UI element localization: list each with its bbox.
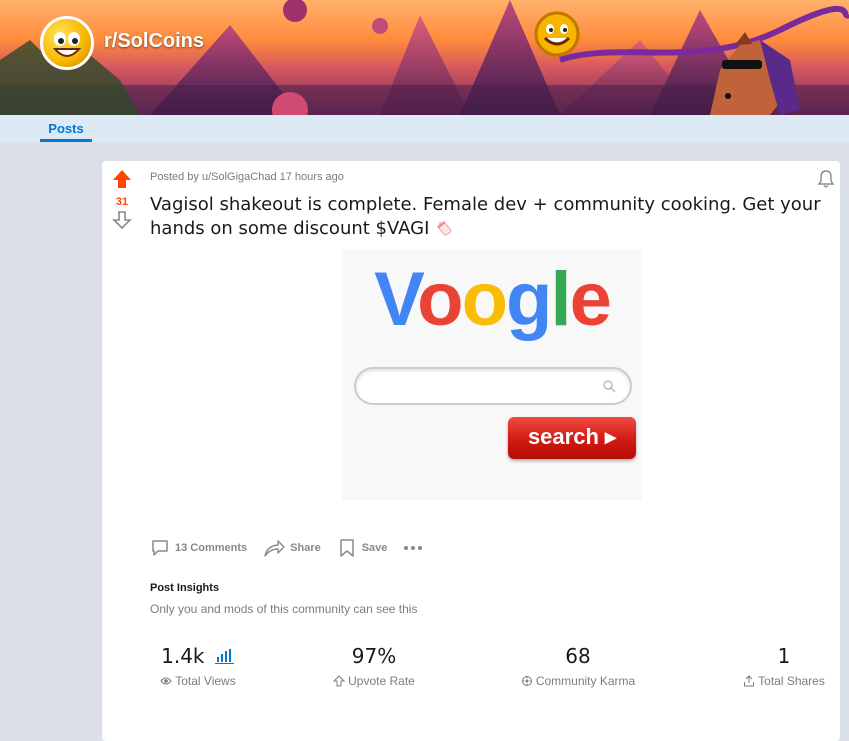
subreddit-avatar[interactable] [40, 16, 94, 70]
voogle-logo: Voogle [342, 256, 642, 343]
upvote-outline-icon [333, 675, 346, 687]
save-label: Save [361, 542, 388, 554]
upvote-rate-label: Upvote Rate [348, 674, 415, 688]
vote-score: 31 [115, 196, 129, 208]
stat-upvote-rate: 97% Upvote Rate [324, 644, 424, 688]
subreddit-name[interactable]: r/SolCoins [104, 30, 204, 53]
more-options-button[interactable] [403, 543, 428, 553]
post-title[interactable]: Vagisol shakeout is complete. Female dev… [150, 193, 830, 241]
notification-bell-icon[interactable] [816, 169, 836, 194]
post-title-text: Vagisol shakeout is complete. Female dev… [150, 194, 821, 239]
upvote-rate-value: 97% [351, 644, 397, 668]
share-label: Share [290, 542, 321, 554]
karma-label: Community Karma [535, 674, 636, 688]
stat-value: 1.4k [148, 644, 248, 668]
upvote-icon[interactable] [112, 169, 132, 189]
bookmark-icon [339, 539, 354, 557]
logo-letter: g [506, 257, 552, 342]
stat-label: Total Views [148, 674, 248, 688]
stat-total-views: 1.4k Total Views [148, 644, 248, 688]
baby-bottle-icon [435, 219, 453, 237]
horse-mascot-icon [710, 32, 800, 115]
post-actions: 13 Comments Share Save [150, 537, 444, 559]
search-button-graphic: search ▸ [508, 417, 636, 459]
karma-value: 68 [565, 644, 591, 668]
vote-column: 31 [110, 169, 134, 235]
downvote-icon[interactable] [112, 210, 132, 230]
insights-title: Post Insights [150, 582, 220, 594]
shares-value: 1 [777, 644, 791, 668]
karma-icon [521, 676, 532, 686]
logo-letter: o [461, 257, 508, 342]
logo-letter: o [417, 257, 463, 342]
post-card[interactable]: 31 Posted by u/SolGigaChad 17 hours ago … [102, 161, 840, 741]
views-value: 1.4k [161, 644, 205, 668]
bar-chart-icon[interactable] [214, 648, 235, 664]
stat-label: Upvote Rate [324, 674, 424, 688]
comments-label: 13 Comments [175, 542, 248, 554]
post-meta: Posted by u/SolGigaChad 17 hours ago [150, 171, 344, 183]
stat-total-shares: 1 Total Shares [734, 644, 834, 688]
comments-button[interactable]: 13 Comments [150, 538, 247, 558]
logo-letter: e [569, 257, 612, 342]
save-button[interactable]: Save [337, 538, 388, 558]
stat-label: Community Karma [513, 674, 643, 688]
eye-icon [160, 677, 172, 685]
shares-label: Total Shares [758, 674, 825, 688]
tab-posts[interactable]: Posts [40, 121, 92, 142]
more-dots-icon [404, 546, 423, 550]
banner-artwork [0, 0, 849, 115]
coin-mascot-icon [534, 11, 580, 57]
search-box-graphic [354, 367, 632, 405]
comment-icon [152, 540, 168, 556]
share-button[interactable]: Share [263, 538, 321, 558]
share-out-icon [744, 675, 755, 687]
views-label: Total Views [175, 674, 236, 688]
stat-community-karma: 68 Community Karma [513, 644, 643, 688]
logo-letter: l [550, 257, 571, 342]
stat-label: Total Shares [734, 674, 834, 688]
logo-letter: V [374, 257, 419, 342]
magnifier-icon [603, 380, 616, 393]
share-icon [264, 540, 285, 557]
post-image[interactable]: Voogle search ▸ [342, 250, 642, 500]
subreddit-banner: r/SolCoins [0, 0, 849, 115]
community-tabbar: Posts [0, 115, 849, 142]
insights-subtitle: Only you and mods of this community can … [150, 602, 418, 616]
